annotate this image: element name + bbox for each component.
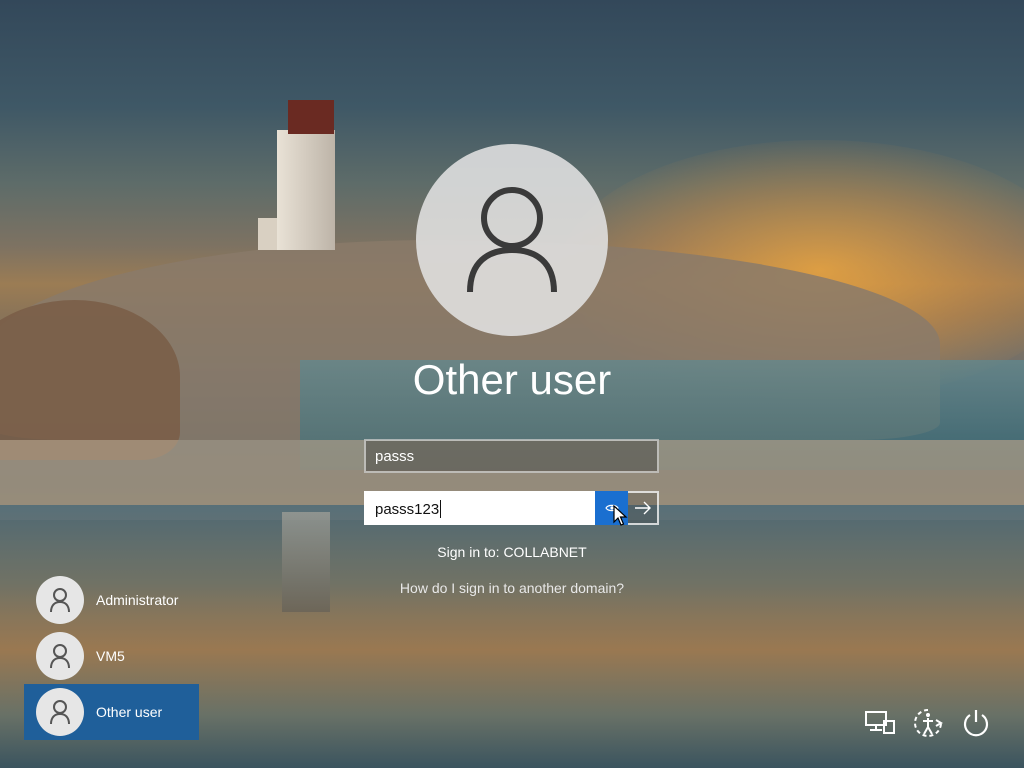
domain-help-link[interactable]: How do I sign in to another domain?: [332, 580, 692, 596]
person-icon: [50, 644, 70, 669]
username-field[interactable]: passs: [364, 439, 659, 473]
network-button[interactable]: [862, 706, 898, 740]
ease-of-access-button[interactable]: [910, 706, 946, 740]
user-list-item-other-user[interactable]: Other user: [24, 684, 199, 740]
user-title: Other user: [412, 356, 612, 403]
user-avatar: [36, 632, 84, 680]
user-list-item-administrator[interactable]: Administrator: [24, 572, 199, 628]
arrow-right-icon: [634, 501, 651, 515]
user-name: Administrator: [96, 592, 179, 608]
sign-in-domain-text: Sign in to: COLLABNET: [437, 544, 587, 560]
mouse-pointer-icon: [613, 505, 628, 526]
submit-button[interactable]: [628, 491, 659, 525]
password-field[interactable]: passs123: [364, 491, 595, 525]
ease-of-access-icon: [914, 709, 943, 737]
user-name: Other user: [96, 704, 163, 720]
person-icon: [50, 588, 70, 613]
user-name: VM5: [96, 648, 125, 664]
password-value: passs123: [375, 501, 440, 518]
username-value: passs: [375, 448, 415, 465]
power-icon: [963, 710, 989, 737]
power-button[interactable]: [958, 706, 994, 740]
person-icon: [50, 700, 70, 725]
person-icon: [467, 187, 557, 293]
user-list-item-vm5[interactable]: VM5: [24, 628, 199, 684]
network-icon: [865, 711, 895, 734]
user-avatar: [36, 688, 84, 736]
text-caret: [440, 500, 442, 518]
user-avatar-large: [416, 144, 608, 336]
user-avatar: [36, 576, 84, 624]
